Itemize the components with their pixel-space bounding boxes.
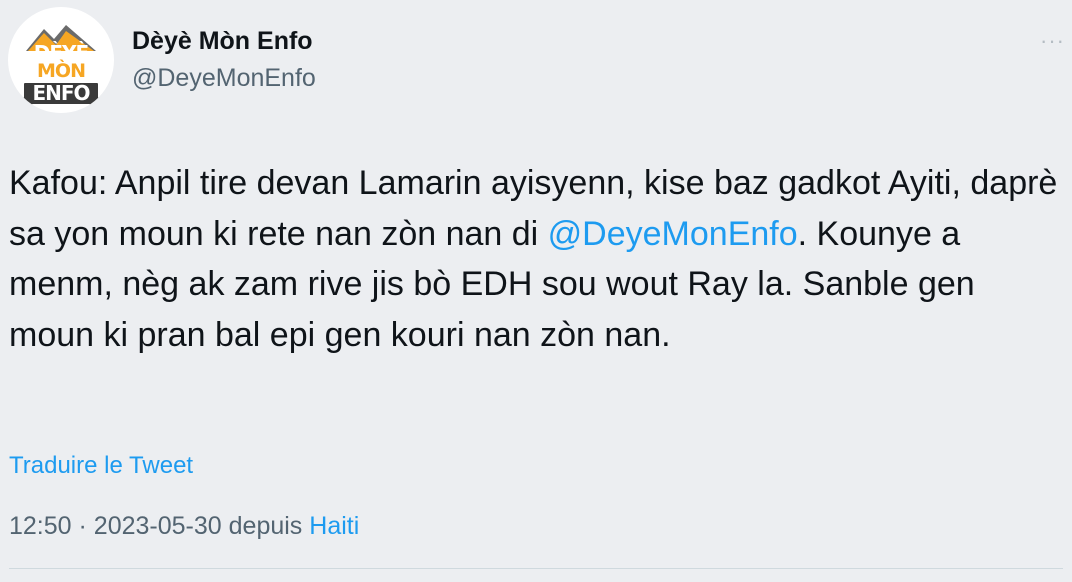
author-display-name[interactable]: Dèyè Mòn Enfo bbox=[132, 27, 313, 56]
translate-tweet-link[interactable]: Traduire le Tweet bbox=[9, 452, 193, 480]
author-handle[interactable]: @DeyeMonEnfo bbox=[132, 64, 316, 93]
logo-text-line-2: MÒN bbox=[37, 60, 86, 82]
tweet-time[interactable]: 12:50 bbox=[9, 512, 72, 540]
more-options-icon[interactable]: ··· bbox=[1040, 30, 1065, 52]
mention-link[interactable]: @DeyeMonEnfo bbox=[548, 215, 798, 253]
via-label: depuis bbox=[228, 512, 303, 540]
brand-logo: DÈYÈ MÒN ENFO bbox=[22, 21, 100, 106]
tweet-metadata: 12:50 · 2023-05-30 depuis Haiti bbox=[9, 512, 359, 541]
tweet-text: Kafou: Anpil tire devan Lamarin ayisyenn… bbox=[9, 158, 1064, 360]
meta-separator: · bbox=[78, 512, 87, 540]
avatar[interactable]: DÈYÈ MÒN ENFO bbox=[8, 7, 114, 113]
divider bbox=[9, 568, 1063, 569]
tweet-card: DÈYÈ MÒN ENFO Dèyè Mòn Enfo @DeyeMonEnfo… bbox=[0, 0, 1072, 582]
tweet-date[interactable]: 2023-05-30 bbox=[94, 512, 222, 540]
logo-text-line-3: ENFO bbox=[32, 81, 90, 105]
tweet-location-link[interactable]: Haiti bbox=[309, 512, 359, 540]
